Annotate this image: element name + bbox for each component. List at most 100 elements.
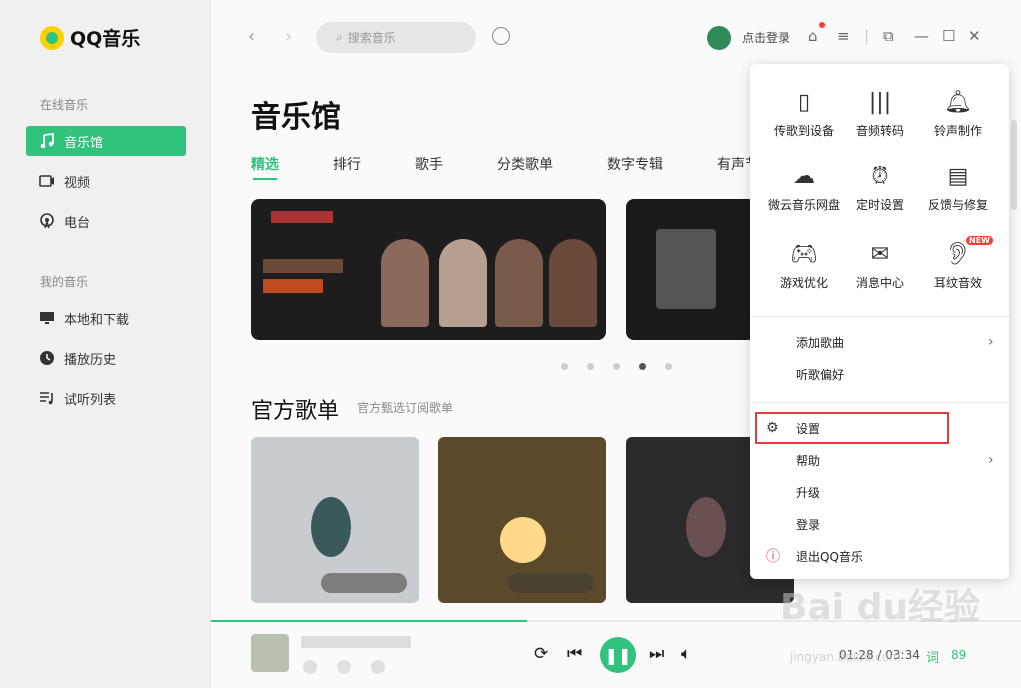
banner-card[interactable] — [251, 199, 606, 340]
menu-item-add-songs[interactable]: 添加歌曲 › — [750, 327, 1009, 357]
tab-featured[interactable]: 精选 — [251, 154, 279, 174]
menu-icon[interactable]: ≡ — [837, 27, 850, 45]
forward-arrow-icon[interactable]: › — [285, 26, 292, 47]
tab-category-playlists[interactable]: 分类歌单 — [497, 154, 553, 174]
more-icon[interactable] — [371, 660, 385, 674]
close-icon[interactable]: ✕ — [968, 27, 981, 45]
playlist-count[interactable]: 89 — [951, 648, 966, 662]
menu-item-exit[interactable]: ⓘ 退出QQ音乐 — [750, 541, 1009, 571]
playlist-play-count — [508, 573, 594, 593]
sidebar-section-my-music: 我的音乐 — [40, 275, 89, 289]
previous-track-icon[interactable]: ⏮ — [567, 644, 582, 664]
sidebar-item-label: 视频 — [64, 175, 91, 191]
sidebar-item-music-hall[interactable]: 音乐馆 — [26, 126, 186, 156]
back-arrow-icon[interactable]: ‹ — [248, 26, 255, 47]
menu-tile-label: 反馈与修复 — [927, 198, 988, 212]
skin-icon[interactable]: ⌂ — [808, 27, 818, 45]
menu-item-label: 听歌偏好 — [796, 367, 845, 382]
menu-tile-transfer-to-device[interactable]: ▯ 传歌到设备 — [760, 88, 848, 148]
voice-search-icon[interactable] — [492, 27, 510, 45]
sidebar-item-local-download[interactable]: 本地和下载 — [26, 303, 186, 333]
menu-tile-ringtone-maker[interactable]: 🔔︎ 铃声制作 — [914, 88, 1002, 148]
qq-music-logo-icon — [40, 25, 64, 50]
menu-tile-label: 定时设置 — [855, 198, 904, 212]
scrollbar[interactable] — [1011, 120, 1017, 210]
playlist-card[interactable] — [251, 437, 419, 603]
menu-item-help[interactable]: 帮助 › — [750, 445, 1009, 475]
playlist-cover-image — [686, 497, 726, 557]
banner-image — [656, 229, 716, 309]
menu-tile-label: 铃声制作 — [933, 124, 982, 138]
carousel-dot-active[interactable] — [639, 363, 646, 370]
menu-tile-label: 游戏优化 — [779, 276, 828, 290]
chevron-right-icon: › — [988, 452, 994, 468]
minimize-icon[interactable]: — — [914, 27, 929, 45]
menu-tile-game-optimize[interactable]: 🎮︎ 游戏优化 — [760, 240, 848, 300]
watermark-url: jingyan.baidu.com — [790, 650, 901, 664]
music-note-icon — [38, 132, 56, 150]
carousel-dot[interactable] — [561, 363, 568, 370]
carousel-dot[interactable] — [587, 363, 594, 370]
login-link[interactable]: 点击登录 — [742, 29, 790, 46]
menu-item-settings[interactable]: ⚙ 设置 — [755, 412, 949, 444]
sidebar-item-video[interactable]: 视频 — [26, 166, 186, 196]
menu-item-listening-preference[interactable]: 听歌偏好 — [750, 359, 1009, 389]
carousel-dot[interactable] — [613, 363, 620, 370]
menu-tile-cloud-drive[interactable]: ☁ 微云音乐网盘 — [760, 162, 848, 222]
lyrics-button[interactable]: 词 — [926, 647, 939, 666]
menu-tile-feedback[interactable]: ▤ 反馈与修复 — [914, 162, 1002, 222]
menu-item-label: 登录 — [796, 517, 821, 532]
download-icon[interactable] — [337, 660, 351, 674]
sidebar-section-online: 在线音乐 — [40, 98, 89, 112]
mini-mode-icon[interactable]: ⧉ — [883, 27, 894, 45]
section-subtitle: 官方甄选订阅歌单 — [357, 401, 454, 415]
pause-button[interactable]: ❚❚ — [600, 637, 636, 673]
menu-tile-ear-sound[interactable]: 👂︎ NEW 耳纹音效 — [914, 236, 1002, 300]
menu-tile-message-center[interactable]: ✉ 消息中心 — [836, 240, 924, 300]
sidebar-item-radio[interactable]: 电台 — [26, 206, 186, 236]
sidebar-item-trial-list[interactable]: 试听列表 — [26, 383, 186, 413]
menu-tile-timer[interactable]: ⏰︎ 定时设置 — [836, 162, 924, 222]
page-title: 音乐馆 — [251, 100, 341, 135]
video-icon — [38, 172, 56, 190]
alarm-clock-icon: ⏰︎ — [871, 164, 889, 189]
app-logo[interactable]: QQ音乐 — [40, 24, 140, 51]
next-track-icon[interactable]: ⏭ — [649, 644, 664, 664]
tab-ranking[interactable]: 排行 — [333, 154, 361, 174]
menu-item-upgrade[interactable]: 升级 — [750, 477, 1009, 507]
banner-artist-image — [439, 239, 487, 327]
carousel-dot[interactable] — [665, 363, 672, 370]
search-input[interactable]: ⌕ 搜索音乐 — [316, 22, 476, 53]
loop-mode-icon[interactable]: ⟳ — [534, 644, 548, 664]
banner-card[interactable] — [626, 199, 756, 340]
menu-tile-audio-transcode[interactable]: ||| 音频转码 — [836, 88, 924, 148]
playlist-cover-image — [311, 497, 351, 557]
banner-artist-image — [381, 239, 429, 327]
tab-active-underline — [253, 178, 277, 180]
like-icon[interactable] — [303, 660, 317, 674]
maximize-icon[interactable]: ☐ — [942, 27, 955, 45]
tab-singers[interactable]: 歌手 — [415, 154, 443, 174]
menu-item-login[interactable]: 登录 — [750, 509, 1009, 539]
waveform-icon: ||| — [868, 90, 892, 115]
now-playing-cover[interactable] — [251, 634, 289, 672]
clock-icon — [38, 349, 56, 367]
sidebar-item-history[interactable]: 播放历史 — [26, 343, 186, 373]
radio-icon — [38, 212, 56, 230]
playlist-play-count — [321, 573, 407, 593]
playlist-cover-image — [500, 517, 546, 563]
avatar[interactable] — [707, 26, 731, 50]
sidebar-item-label: 试听列表 — [64, 392, 117, 408]
exit-icon: ⓘ — [766, 549, 780, 565]
menu-item-label: 添加歌曲 — [796, 335, 845, 350]
volume-icon[interactable]: 🔈︎ — [681, 644, 691, 664]
sidebar-item-label: 本地和下载 — [64, 312, 130, 328]
tab-digital-albums[interactable]: 数字专辑 — [607, 154, 663, 174]
playlist-card[interactable] — [438, 437, 606, 603]
divider: | — [864, 27, 870, 45]
mail-icon: ✉ — [870, 242, 890, 267]
sidebar-item-label: 音乐馆 — [64, 135, 104, 151]
gear-icon: ⚙ — [766, 420, 779, 436]
search-placeholder: 搜索音乐 — [347, 31, 396, 45]
main-menu-dropdown: ▯ 传歌到设备 ||| 音频转码 🔔︎ 铃声制作 ☁ 微云音乐网盘 ⏰︎ 定时设… — [750, 64, 1009, 579]
